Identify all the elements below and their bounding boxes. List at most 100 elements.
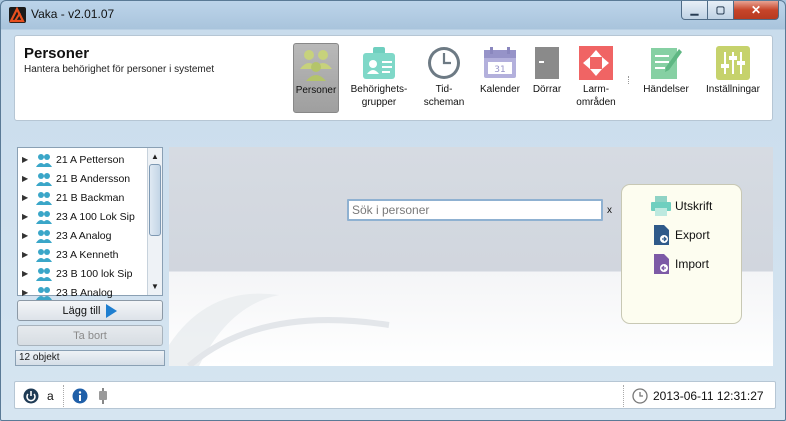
events-icon bbox=[646, 43, 686, 83]
power-icon bbox=[23, 388, 39, 404]
list-item[interactable]: ▶ 21 A Petterson bbox=[18, 150, 148, 169]
alarm-area-icon bbox=[576, 43, 616, 83]
tool-larmomraden-label-2: områden bbox=[576, 97, 616, 108]
app-window: Vaka - v2.01.07 ▁ ▢ ✕ Personer Hantera b… bbox=[0, 0, 786, 421]
list-item-label: 21 B Andersson bbox=[56, 172, 131, 185]
clock-display: 2013-06-11 12:31:27 bbox=[632, 388, 764, 404]
title-bar[interactable]: Vaka - v2.01.07 ▁ ▢ ✕ bbox=[1, 1, 785, 29]
tool-larmomraden[interactable]: Larm- områden bbox=[571, 43, 621, 113]
print-label: Utskrift bbox=[675, 199, 713, 213]
plug-icon bbox=[99, 388, 107, 404]
user-indicator[interactable]: a bbox=[23, 388, 54, 404]
search-input[interactable] bbox=[347, 199, 603, 221]
add-button[interactable]: Lägg till bbox=[17, 300, 163, 321]
status-bar: a 2013-06-11 12:31:27 bbox=[14, 381, 776, 409]
print-action[interactable]: Utskrift bbox=[650, 195, 712, 217]
tool-tidscheman-label-1: Tid- bbox=[435, 84, 453, 95]
expand-arrow-icon[interactable]: ▶ bbox=[22, 250, 32, 259]
person-group-icon bbox=[36, 229, 52, 243]
export-label: Export bbox=[675, 228, 710, 242]
status-separator bbox=[63, 385, 64, 407]
door-icon bbox=[527, 43, 567, 83]
tool-behorighetsgrupper[interactable]: Behörighets- grupper bbox=[347, 43, 411, 113]
list-item[interactable]: ▶ 23 A Kenneth bbox=[18, 245, 148, 264]
import-icon bbox=[654, 254, 669, 274]
person-group-icon bbox=[36, 153, 52, 167]
page-title: Personer bbox=[24, 45, 90, 62]
tool-handelser-label: Händelser bbox=[643, 84, 689, 95]
tool-handelser[interactable]: Händelser bbox=[641, 43, 691, 113]
list-item-label: 23 A 100 Lok Sip bbox=[56, 210, 135, 223]
person-group-icon bbox=[36, 172, 52, 186]
import-label: Import bbox=[675, 257, 710, 271]
tool-behorighetsgrupper-label-1: Behörighets- bbox=[350, 84, 408, 95]
tool-dorrar[interactable]: Dörrar bbox=[527, 43, 567, 113]
import-action[interactable]: Import bbox=[650, 253, 709, 275]
page-subtitle: Hantera behörighet för personer i system… bbox=[24, 64, 215, 75]
remove-button-label: Ta bort bbox=[73, 329, 107, 342]
tool-tidscheman-label-2: scheman bbox=[423, 97, 465, 108]
list-scrollbar[interactable]: ▲ ▼ bbox=[147, 148, 162, 295]
list-item[interactable]: ▶ 23 A Analog bbox=[18, 226, 148, 245]
person-group-icon bbox=[36, 191, 52, 205]
expand-arrow-icon[interactable]: ▶ bbox=[22, 288, 32, 297]
person-group-icon bbox=[36, 286, 52, 300]
window-controls: ▁ ▢ ✕ bbox=[681, 1, 779, 21]
info-icon bbox=[72, 388, 88, 404]
list-item[interactable]: ▶ 23 B 100 lok Sip bbox=[18, 264, 148, 283]
close-button[interactable]: ✕ bbox=[734, 1, 779, 20]
person-list[interactable]: ▶ 21 A Petterson ▶ 21 B Andersson ▶ 21 B Back… bbox=[17, 147, 163, 300]
tool-larmomraden-label-1: Larm- bbox=[582, 84, 610, 95]
person-group-icon bbox=[36, 267, 52, 281]
list-item[interactable]: ▶ 23 A 100 Lok Sip bbox=[18, 207, 148, 226]
info-button[interactable] bbox=[72, 388, 88, 404]
expand-arrow-icon[interactable]: ▶ bbox=[22, 155, 32, 164]
list-item-label: 23 A Analog bbox=[56, 229, 112, 242]
user-name: a bbox=[47, 389, 54, 403]
scroll-up-button[interactable]: ▲ bbox=[148, 149, 162, 164]
tool-kalender-label: Kalender bbox=[479, 84, 521, 95]
datetime: 2013-06-11 12:31:27 bbox=[653, 389, 764, 403]
list-item-label: 23 B 100 lok Sip bbox=[56, 267, 133, 280]
play-arrow-icon bbox=[106, 303, 118, 318]
minimize-button[interactable]: ▁ bbox=[681, 1, 708, 20]
add-button-label: Lägg till bbox=[62, 304, 101, 317]
expand-arrow-icon[interactable]: ▶ bbox=[22, 269, 32, 278]
list-item-label: 23 B Analog bbox=[56, 286, 113, 299]
tool-personer[interactable]: Personer bbox=[293, 43, 339, 113]
person-group-icon bbox=[36, 248, 52, 262]
actions-panel: Utskrift Export Import bbox=[621, 184, 742, 324]
maximize-button[interactable]: ▢ bbox=[708, 1, 734, 20]
scroll-thumb[interactable] bbox=[149, 164, 161, 236]
tool-behorighetsgrupper-label-2: grupper bbox=[361, 97, 397, 108]
object-count: 12 objekt bbox=[15, 350, 165, 366]
clock-small-icon bbox=[632, 388, 648, 404]
tool-personer-label: Personer bbox=[295, 85, 337, 96]
tool-installningar[interactable]: Inställningar bbox=[701, 43, 765, 113]
export-action[interactable]: Export bbox=[650, 224, 710, 246]
list-item[interactable]: ▶ 21 B Backman bbox=[18, 188, 148, 207]
expand-arrow-icon[interactable]: ▶ bbox=[22, 212, 32, 221]
tool-installningar-label: Inställningar bbox=[706, 84, 760, 95]
svg-text:31: 31 bbox=[494, 65, 505, 75]
list-item-label: 23 A Kenneth bbox=[56, 248, 119, 261]
connection-indicator bbox=[98, 388, 108, 404]
expand-arrow-icon[interactable]: ▶ bbox=[22, 193, 32, 202]
main-content: x Utskrift Export bbox=[169, 147, 773, 366]
expand-arrow-icon[interactable]: ▶ bbox=[22, 174, 32, 183]
list-item-label: 21 B Backman bbox=[56, 191, 125, 204]
tool-kalender[interactable]: 31 Kalender bbox=[477, 43, 523, 113]
tool-dorrar-label: Dörrar bbox=[532, 84, 562, 95]
tool-tidscheman[interactable]: Tid- scheman bbox=[421, 43, 467, 113]
remove-button[interactable]: Ta bort bbox=[17, 325, 163, 346]
expand-arrow-icon[interactable]: ▶ bbox=[22, 231, 32, 240]
window-title: Vaka - v2.01.07 bbox=[31, 7, 115, 21]
clear-search-button[interactable]: x bbox=[607, 205, 612, 216]
export-icon bbox=[654, 225, 669, 245]
toolbar-separator bbox=[628, 76, 630, 84]
header-panel: Personer Hantera behörighet för personer… bbox=[14, 35, 773, 121]
persons-icon bbox=[296, 44, 336, 84]
person-group-icon bbox=[36, 210, 52, 224]
list-item[interactable]: ▶ 21 B Andersson bbox=[18, 169, 148, 188]
scroll-down-button[interactable]: ▼ bbox=[148, 279, 162, 294]
